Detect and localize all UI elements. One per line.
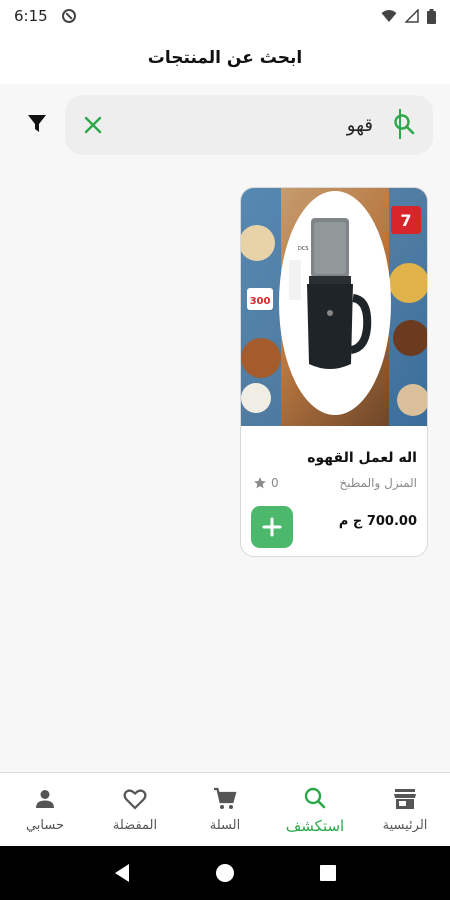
product-category: المنزل والمطبخ: [339, 476, 417, 490]
nav-label: استكشف: [285, 816, 345, 835]
plus-icon: [262, 517, 282, 537]
product-rating: 0: [253, 476, 279, 490]
filter-button[interactable]: [22, 109, 52, 139]
star-icon: [254, 477, 266, 489]
search-icon: [391, 111, 417, 137]
do-not-disturb-icon: [61, 9, 76, 23]
nav-label: الرئيسية: [382, 818, 428, 833]
battery-icon: [427, 8, 436, 24]
product-card[interactable]: 7 300 DCS اله لعمل القهوه المنزل والمطبخ…: [240, 187, 428, 557]
page-title: ابحث عن المنتجات: [147, 48, 303, 68]
product-price: 700.00 ج م: [338, 514, 417, 529]
recents-square-icon: [320, 865, 337, 881]
nav-item-explore[interactable]: استكشف: [270, 773, 360, 846]
recents-button[interactable]: [313, 858, 343, 888]
product-image: 7 300 DCS: [241, 188, 427, 426]
filter-icon: [28, 115, 46, 132]
back-button[interactable]: [107, 858, 137, 888]
clear-search-button[interactable]: [79, 111, 107, 139]
product-name: اله لعمل القهوه: [307, 450, 417, 466]
nav-label: حسابي: [25, 818, 65, 833]
price-badge-text: 300: [250, 296, 271, 307]
nav-item-account[interactable]: حسابي: [0, 773, 90, 846]
status-icons: [381, 8, 436, 24]
rating-value: 0: [271, 476, 279, 490]
nav-label: المفضلة: [112, 818, 158, 833]
home-circle-icon: [215, 864, 234, 882]
heart-icon: [123, 786, 147, 812]
close-icon: [84, 116, 102, 134]
search-row: [0, 95, 450, 155]
store-icon: [393, 786, 417, 812]
home-button[interactable]: [210, 858, 240, 888]
bottom-nav: حسابي المفضلة السلة استكشف الرئيسية: [0, 772, 450, 846]
nav-item-cart[interactable]: السلة: [180, 773, 270, 846]
app-header: ابحث عن المنتجات: [0, 32, 450, 84]
search-input[interactable]: [125, 107, 375, 143]
discount-badge-text: 7: [400, 211, 411, 230]
person-icon: [34, 786, 56, 812]
wifi-icon: [381, 10, 397, 22]
system-nav-bar: [0, 846, 450, 900]
add-to-cart-button[interactable]: [251, 506, 293, 548]
nav-item-favorites[interactable]: المفضلة: [90, 773, 180, 846]
svg-text:DCS: DCS: [298, 246, 309, 252]
search-icon: [303, 785, 327, 811]
signal-icon: [405, 9, 419, 23]
product-info: اله لعمل القهوه المنزل والمطبخ 0 700.00 …: [241, 426, 427, 556]
nav-item-home[interactable]: الرئيسية: [360, 773, 450, 846]
back-triangle-icon: [114, 864, 129, 882]
cart-icon: [213, 786, 237, 812]
nav-label: السلة: [209, 818, 241, 833]
status-time: 6:15: [14, 7, 48, 25]
status-bar: 6:15: [0, 0, 450, 32]
search-box: [65, 95, 433, 155]
